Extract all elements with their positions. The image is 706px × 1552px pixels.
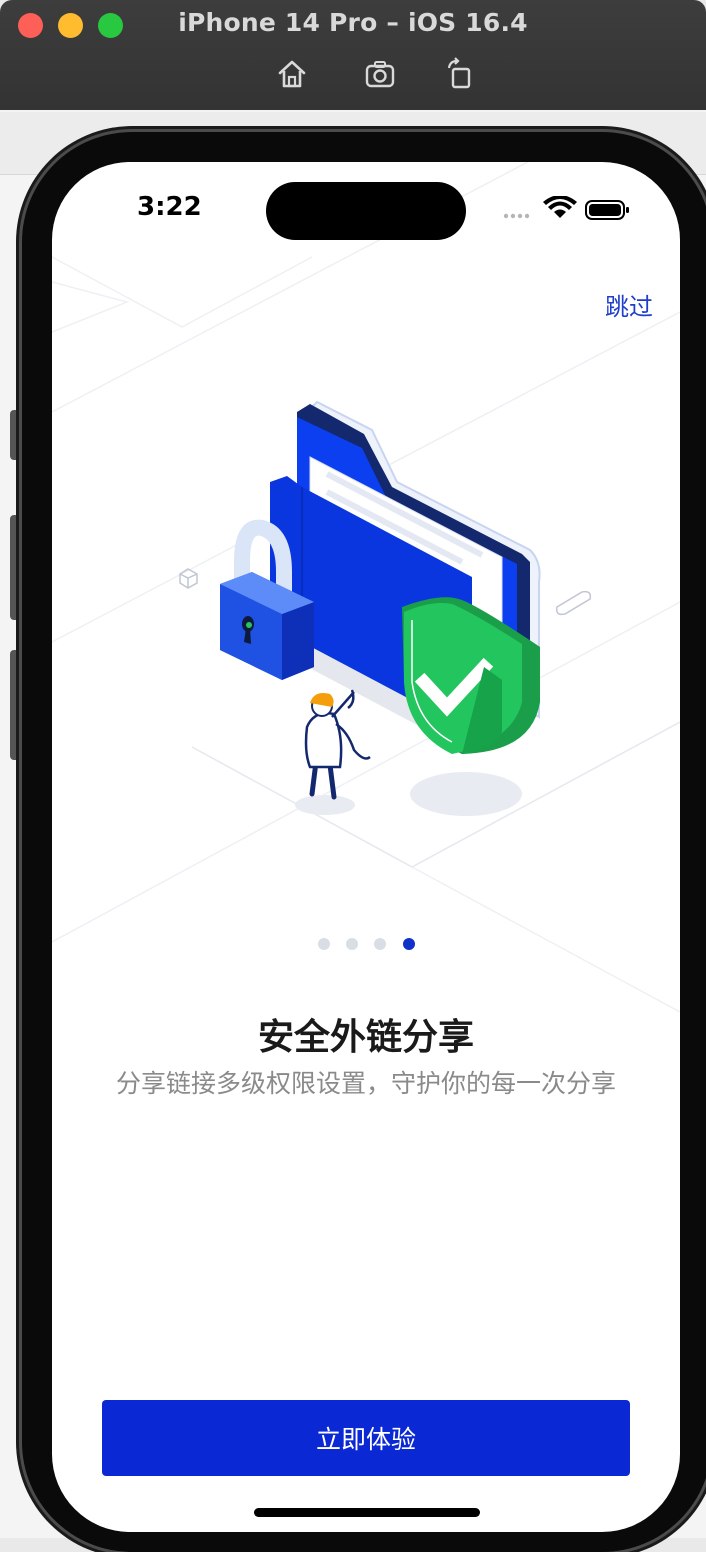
dynamic-island — [266, 182, 466, 240]
page-dot[interactable] — [374, 938, 386, 950]
home-indicator[interactable] — [254, 1508, 480, 1517]
onboarding-subtitle: 分享链接多级权限设置，守护你的每一次分享 — [115, 1069, 616, 1098]
wifi-icon — [543, 195, 577, 218]
person-figure-icon — [304, 689, 371, 800]
simulator-titlebar: iPhone 14 Pro – iOS 16.4 — [0, 0, 706, 111]
status-icons — [502, 195, 632, 226]
cellular-icon — [503, 213, 530, 219]
editor-gutter-mark — [10, 515, 22, 620]
simulator-title: iPhone 14 Pro – iOS 16.4 — [178, 8, 528, 37]
cube-icon — [179, 568, 198, 589]
page-dot[interactable] — [318, 938, 330, 950]
rotate-icon[interactable] — [442, 56, 478, 92]
home-icon[interactable] — [274, 56, 310, 92]
onboarding-title: 安全外链分享 — [257, 1017, 474, 1058]
battery-icon — [585, 200, 629, 220]
editor-gutter-mark — [10, 410, 22, 460]
page-dot-active[interactable] — [403, 938, 415, 950]
capsule-icon — [555, 590, 592, 616]
status-time: 3:22 — [137, 192, 202, 222]
page-indicator — [316, 936, 426, 952]
page-dot[interactable] — [346, 938, 358, 950]
try-now-button[interactable]: 立即体验 — [102, 1400, 630, 1476]
screenshot-icon[interactable] — [362, 56, 398, 92]
editor-gutter-mark — [10, 650, 22, 760]
folder-security-illustration — [179, 400, 680, 868]
